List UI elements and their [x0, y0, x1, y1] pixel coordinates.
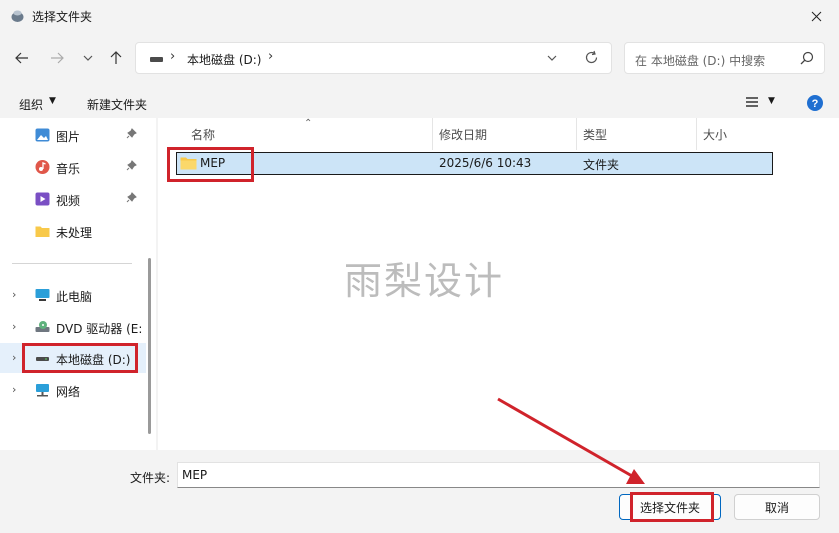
column-divider[interactable] [576, 118, 577, 150]
view-options-icon[interactable] [745, 96, 759, 108]
organize-dropdown-icon[interactable]: ▼ [49, 96, 56, 106]
music-icon [35, 160, 50, 174]
sidebar-item-label: 网络 [56, 385, 81, 399]
chevron-down-icon [83, 55, 93, 61]
recent-locations-button[interactable] [76, 46, 100, 70]
pin-icon[interactable] [126, 192, 137, 203]
sidebar-item-label: 此电脑 [56, 290, 93, 304]
folder-label: 文件夹: [130, 471, 171, 485]
sidebar-item-network[interactable]: › 网络 [0, 375, 146, 405]
column-header-modified[interactable]: 修改日期 [439, 126, 487, 143]
sort-ascending-icon: ⌃ [304, 118, 313, 129]
arrow-up-icon [110, 51, 122, 64]
dvd-drive-icon [35, 321, 50, 332]
file-row[interactable]: MEP 2025/6/6 10:43 文件夹 [176, 152, 773, 175]
file-name: MEP [200, 156, 226, 170]
sidebar-item-this-pc[interactable]: › 此电脑 [0, 280, 146, 310]
network-icon [36, 384, 49, 397]
sidebar-divider [12, 263, 132, 264]
watermark: 雨梨设计 [344, 259, 505, 303]
cancel-button[interactable]: 取消 [734, 494, 820, 520]
svg-text:?: ? [812, 98, 819, 110]
sidebar-item-label: 本地磁盘 (D:) [56, 353, 131, 367]
sidebar-item-label: 未处理 [56, 226, 93, 240]
back-button[interactable] [10, 46, 34, 70]
sidebar-item-videos[interactable]: 视频 [0, 184, 146, 214]
sidebar-item-dvd-drive[interactable]: › DVD 驱动器 (E: [0, 312, 146, 342]
close-icon [811, 11, 821, 21]
folder-name-input[interactable] [177, 462, 820, 488]
help-icon[interactable]: ? [807, 95, 823, 111]
organize-button[interactable]: 组织 [19, 96, 43, 113]
pictures-icon [35, 128, 50, 142]
arrow-left-icon [15, 52, 28, 64]
column-divider[interactable] [696, 118, 697, 150]
file-list: ⌃ 名称 修改日期 类型 大小 MEP 2025/6/6 10:43 文件夹 雨… [158, 118, 839, 450]
search-placeholder: 在 本地磁盘 (D:) 中搜索 [635, 54, 766, 68]
file-type: 文件夹 [583, 158, 620, 172]
chevron-right-icon[interactable]: › [12, 383, 16, 396]
dialog-footer: 文件夹: 选择文件夹 取消 [0, 450, 839, 533]
sidebar-item-music[interactable]: 音乐 [0, 152, 146, 182]
select-folder-button[interactable]: 选择文件夹 [619, 494, 721, 520]
close-button[interactable] [793, 0, 839, 32]
arrow-right-icon [51, 52, 64, 64]
address-bar[interactable]: › 本地磁盘 (D:) › [135, 42, 612, 74]
sidebar-item-label: 视频 [56, 194, 81, 208]
chevron-right-icon[interactable]: › [12, 351, 16, 364]
drive-icon [150, 57, 163, 62]
chevron-right-icon[interactable]: › [12, 320, 16, 333]
view-dropdown-icon[interactable]: ▼ [768, 96, 775, 106]
folder-icon [35, 226, 50, 237]
search-icon[interactable] [800, 51, 814, 65]
up-button[interactable] [104, 46, 128, 70]
title-bar: 选择文件夹 [0, 0, 839, 32]
column-header-type[interactable]: 类型 [583, 126, 607, 143]
chevron-right-icon[interactable]: › [12, 288, 16, 301]
new-folder-button[interactable]: 新建文件夹 [87, 96, 147, 113]
command-bar: 组织 ▼ 新建文件夹 ▼ [0, 88, 839, 118]
computer-icon [35, 289, 50, 301]
sidebar-item-local-disk[interactable]: › 本地磁盘 (D:) [0, 343, 146, 373]
pin-icon[interactable] [126, 160, 137, 171]
forward-button[interactable] [45, 46, 69, 70]
sidebar-item-unprocessed[interactable]: 未处理 [0, 216, 146, 246]
navigation-pane: 图片 音乐 视频 未处理 › 此电脑 › DVD 驱动器 (E: › 本地磁盘 … [0, 118, 156, 450]
sidebar-item-label: 图片 [56, 130, 81, 144]
sidebar-scrollbar[interactable] [148, 258, 151, 434]
address-dropdown-icon[interactable] [546, 52, 558, 64]
app-icon [11, 10, 24, 22]
column-header-size[interactable]: 大小 [703, 126, 727, 143]
videos-icon [35, 192, 50, 206]
pin-icon[interactable] [126, 128, 137, 139]
sidebar-item-pictures[interactable]: 图片 [0, 120, 146, 150]
file-modified: 2025/6/6 10:43 [439, 156, 532, 170]
folder-icon [180, 157, 197, 170]
search-box[interactable]: 在 本地磁盘 (D:) 中搜索 [624, 42, 825, 74]
window-title: 选择文件夹 [32, 10, 93, 24]
column-header-name[interactable]: 名称 [191, 126, 215, 143]
drive-icon [36, 357, 49, 361]
breadcrumb-chevron-icon[interactable]: › [170, 49, 175, 64]
breadcrumb-chevron-icon[interactable]: › [268, 49, 273, 64]
refresh-icon[interactable] [584, 50, 599, 65]
sidebar-item-label: DVD 驱动器 (E: [56, 322, 143, 336]
breadcrumb-drive[interactable]: 本地磁盘 (D:) [187, 51, 261, 68]
column-divider[interactable] [432, 118, 433, 150]
sidebar-item-label: 音乐 [56, 162, 81, 176]
select-folder-dialog: 选择文件夹 › 本地磁盘 (D:) › 在 本地磁盘 (D:) 中搜索 组织 ▼ [0, 0, 839, 533]
